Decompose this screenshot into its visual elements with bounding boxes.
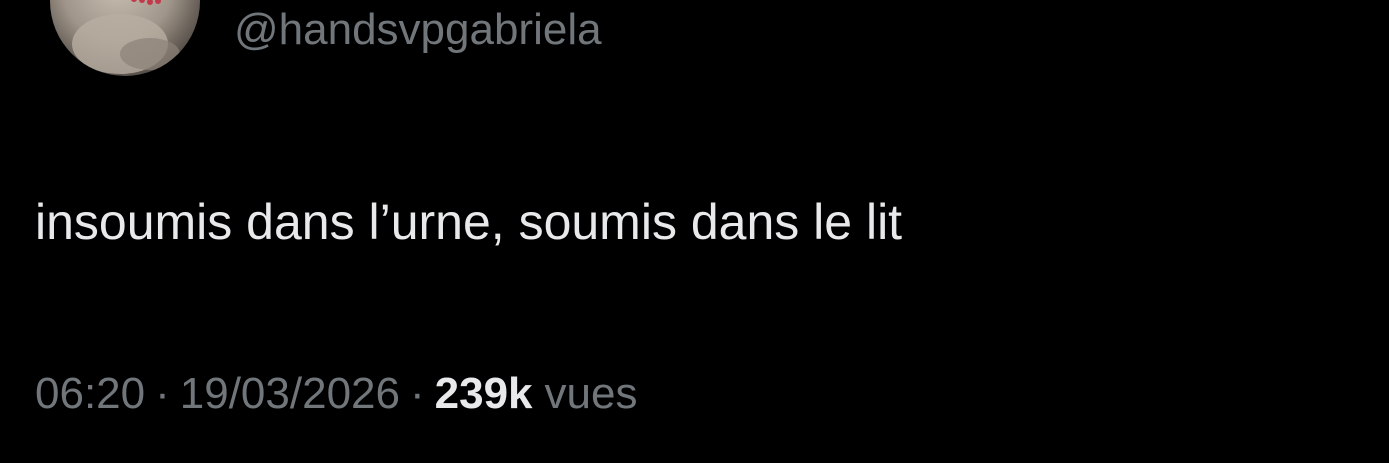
tweet-date[interactable]: 19/03/2026 — [180, 369, 400, 418]
avatar[interactable] — [50, 0, 200, 76]
meta-separator: · — [155, 369, 170, 418]
tweet-time[interactable]: 06:20 — [35, 369, 145, 418]
profile-photo-icon — [72, 0, 180, 74]
user-handle[interactable]: @handsvpgabriela — [234, 2, 602, 58]
tweet-meta: 06:20 · 19/03/2026 · 239k vues — [35, 366, 637, 422]
views-count[interactable]: 239k — [435, 369, 533, 418]
meta-separator: · — [409, 369, 425, 418]
views-label: vues — [544, 369, 638, 418]
tweet-text: insoumis dans l’urne, soumis dans le lit — [35, 194, 903, 250]
